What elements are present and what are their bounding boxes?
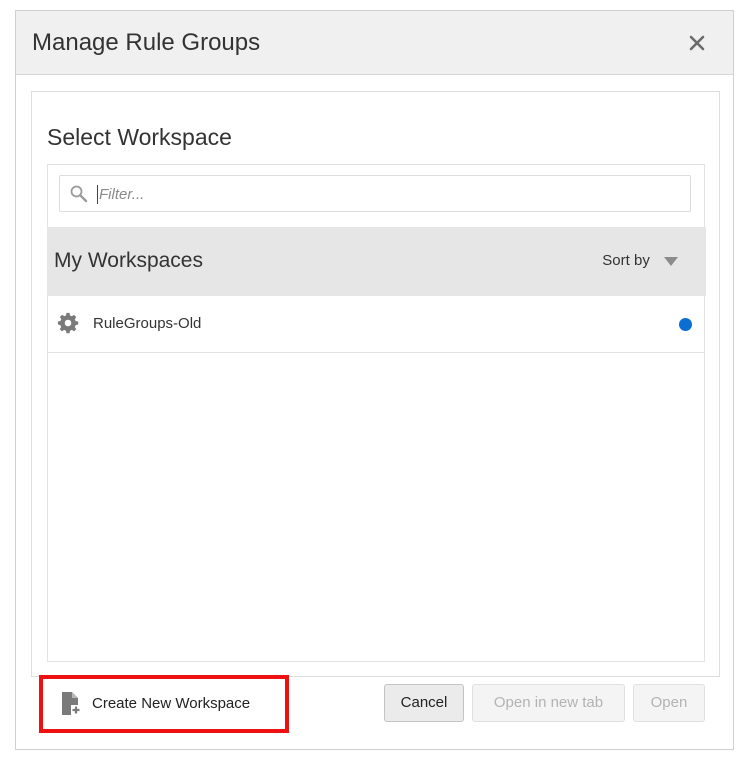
workspaces-header: My Workspaces Sort by [47,227,706,296]
caret-down-icon [664,256,678,266]
search-icon [70,185,88,203]
section-title: Select Workspace [47,124,232,150]
cancel-button[interactable]: Cancel [384,684,464,722]
close-icon [689,35,705,51]
gear-icon [57,312,79,334]
filter-field[interactable] [59,175,691,212]
create-new-workspace-button[interactable]: Create New Workspace [39,675,289,733]
dialog-body: Select Workspace My Workspaces Sort by [31,91,720,677]
new-document-icon [62,692,81,715]
dialog-header: Manage Rule Groups [16,11,733,75]
filter-input[interactable] [99,182,659,206]
workspace-row[interactable]: RuleGroups-Old [48,296,704,353]
close-button[interactable] [685,31,709,55]
workspaces-title: My Workspaces [54,249,203,272]
sort-by-dropdown[interactable]: Sort by [602,250,678,272]
dialog-title: Manage Rule Groups [32,29,261,56]
workspace-name: RuleGroups-Old [93,315,202,332]
text-cursor [97,185,98,204]
sort-by-label: Sort by [602,252,650,270]
open-in-new-tab-button[interactable]: Open in new tab [472,684,625,722]
create-new-workspace-label: Create New Workspace [92,695,251,712]
manage-rule-groups-dialog: Manage Rule Groups Select Workspace My W… [15,10,734,750]
open-button[interactable]: Open [633,684,705,722]
workspace-panel: My Workspaces Sort by RuleGroups-Old [47,164,706,662]
active-status-dot [679,318,692,331]
